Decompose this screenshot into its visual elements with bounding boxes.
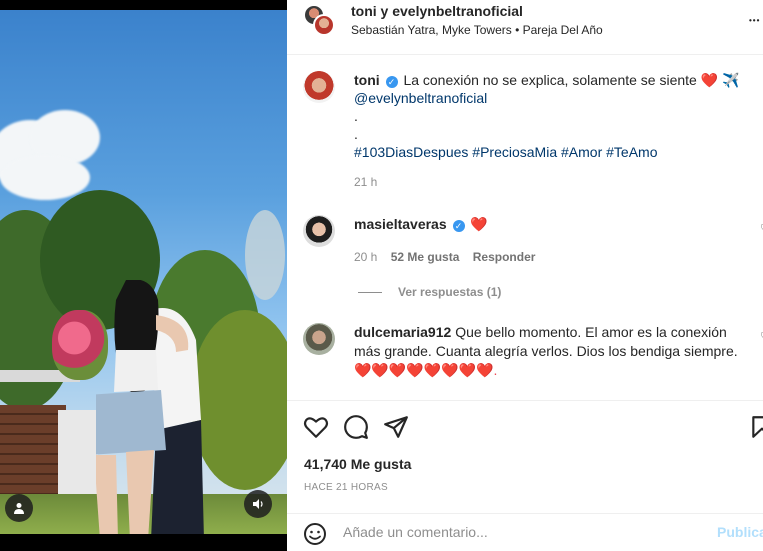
- comment-hearts: ❤️❤️❤️❤️❤️❤️❤️❤️.: [354, 362, 498, 378]
- flower-bouquet: [52, 310, 108, 380]
- avatar[interactable]: [303, 71, 335, 103]
- verified-badge-icon: ✓: [452, 220, 465, 232]
- post-timestamp[interactable]: HACE 21 HORAS: [304, 482, 388, 493]
- caption-username[interactable]: toni: [354, 72, 380, 88]
- add-comment-bar: Publicar: [287, 513, 763, 551]
- emoji-smiley-icon[interactable]: [303, 522, 327, 546]
- speaker-icon: [253, 499, 263, 509]
- comment-input[interactable]: [343, 524, 703, 540]
- post-header: toni y evelynbeltranoficial Sebastián Ya…: [287, 0, 763, 55]
- collab-avatars[interactable]: [303, 4, 335, 36]
- post-authors: toni y evelynbeltranoficial: [351, 3, 523, 19]
- instagram-post-modal: toni y evelynbeltranoficial Sebastián Ya…: [0, 0, 763, 551]
- view-replies-button[interactable]: Ver respuestas (1): [358, 285, 501, 299]
- likes-count[interactable]: 41,740 Me gusta: [304, 456, 411, 472]
- comment-item: masieltaveras ✓ ❤️ 20 h 52 Me gusta Resp…: [354, 215, 754, 267]
- post-media[interactable]: [0, 0, 287, 551]
- save-bookmark-icon[interactable]: [749, 414, 763, 440]
- post-caption: toni ✓ La conexión no se explica, solame…: [354, 71, 744, 191]
- audio-subtitle[interactable]: Sebastián Yatra, Myke Towers • Pareja De…: [351, 23, 603, 37]
- sound-toggle-button[interactable]: [244, 490, 272, 518]
- like-heart-icon[interactable]: [303, 414, 329, 440]
- more-dots-icon: •••: [749, 16, 761, 25]
- post-photo: [0, 10, 287, 534]
- comment-time[interactable]: 20 h: [354, 250, 377, 264]
- caption-dot: .: [354, 108, 358, 124]
- caption-time[interactable]: 21 h: [354, 173, 744, 191]
- view-replies-label: Ver respuestas (1): [398, 285, 502, 299]
- comment-bubble-icon[interactable]: [343, 414, 369, 440]
- avatar[interactable]: [303, 215, 335, 247]
- avatar: [313, 14, 335, 36]
- caption-text: La conexión no se explica, solamente se …: [403, 72, 697, 88]
- caption-hashtags[interactable]: #103DiasDespues #PreciosaMia #Amor #TeAm…: [354, 143, 744, 161]
- author-link-toni[interactable]: toni: [351, 3, 377, 19]
- replies-divider: [358, 291, 382, 293]
- avatar[interactable]: [303, 323, 335, 355]
- comment-likes[interactable]: 52 Me gusta: [391, 250, 460, 264]
- user-icon: [14, 503, 24, 514]
- verified-badge-icon: ✓: [385, 76, 398, 88]
- caption-dot: .: [354, 126, 358, 142]
- authors-joiner: y: [380, 3, 389, 19]
- post-actions: 41,740 Me gusta HACE 21 HORAS Publicar: [287, 400, 763, 551]
- reply-button[interactable]: Responder: [473, 250, 536, 264]
- comment-username[interactable]: masieltaveras: [354, 216, 447, 232]
- comment-text: ❤️: [470, 216, 488, 232]
- post-comment-button[interactable]: Publicar: [717, 524, 763, 540]
- share-paper-plane-icon[interactable]: [383, 414, 409, 440]
- comment-username[interactable]: dulcemaria912: [354, 324, 451, 340]
- post-details-panel: toni y evelynbeltranoficial Sebastián Ya…: [287, 0, 763, 551]
- tagged-users-button[interactable]: [5, 494, 33, 522]
- more-options-button[interactable]: •••: [749, 10, 760, 28]
- caption-emojis: ❤️ ✈️: [700, 72, 740, 88]
- comment-item: dulcemaria912 Que bello momento. El amor…: [354, 323, 754, 380]
- caption-mention[interactable]: @evelynbeltranoficial: [354, 89, 744, 107]
- couple-figure: [96, 280, 204, 534]
- author-link-evelyn[interactable]: evelynbeltranoficial: [392, 3, 523, 19]
